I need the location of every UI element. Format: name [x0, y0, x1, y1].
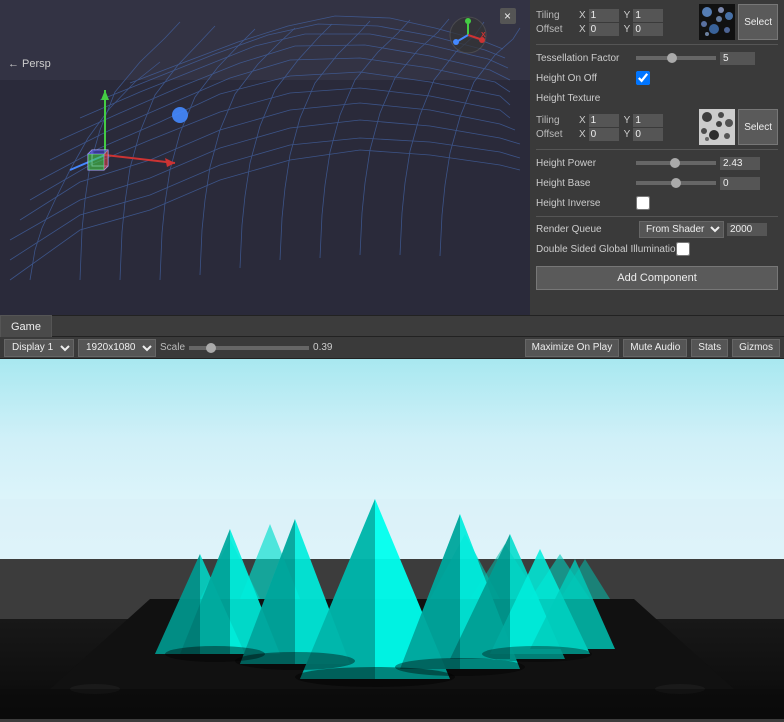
height-on-off-label: Height On Off [536, 73, 636, 84]
tiling-x2-input[interactable] [589, 114, 619, 127]
x-label-1: X [579, 10, 586, 21]
scale-slider[interactable] [189, 346, 309, 350]
double-sided-row: Double Sided Global Illuminatio [536, 240, 778, 258]
offset-label-1: Offset [536, 24, 574, 35]
height-base-value[interactable] [720, 177, 760, 190]
tessellation-row: Tessellation Factor [536, 49, 778, 67]
top-texture-block: Tiling X Y Offset X Y [536, 4, 778, 40]
scene-view: X × ← Persp [0, 0, 530, 315]
texture-thumb-2 [699, 109, 735, 145]
add-component-button[interactable]: Add Component [536, 266, 778, 290]
tessellation-value[interactable] [720, 52, 755, 65]
svg-text:X: X [481, 32, 486, 39]
game-bar: Game [0, 315, 784, 337]
y-label-4: Y [624, 129, 631, 140]
tiling-y1-input[interactable] [633, 9, 663, 22]
render-queue-value[interactable] [727, 223, 767, 236]
y-label-2: Y [624, 24, 631, 35]
height-texture-label: Height Texture [536, 93, 636, 104]
divider-1 [536, 44, 778, 45]
height-base-row: Height Base [536, 174, 778, 192]
game-canvas [0, 359, 784, 719]
stats-button[interactable]: Stats [691, 339, 728, 357]
tiling-label-1: Tiling [536, 10, 574, 21]
x-label-3: X [579, 115, 586, 126]
persp-label: ← Persp [8, 58, 51, 70]
height-inverse-checkbox[interactable] [636, 196, 650, 210]
offset-x1-input[interactable] [589, 23, 619, 36]
game-viewport [0, 359, 784, 719]
x-label-4: X [579, 129, 586, 140]
render-queue-row: Render Queue From Shader [536, 221, 778, 238]
height-power-row: Height Power [536, 154, 778, 172]
divider-3 [536, 216, 778, 217]
tessellation-label: Tessellation Factor [536, 53, 636, 64]
select-button-2[interactable]: Select [738, 109, 778, 145]
mute-audio-button[interactable]: Mute Audio [623, 339, 687, 357]
svg-text:×: × [504, 9, 511, 23]
height-power-slider-container [636, 157, 778, 170]
display-select[interactable]: Display 1 [4, 339, 74, 357]
double-sided-label: Double Sided Global Illuminatio [536, 244, 676, 255]
game-tab[interactable]: Game [0, 315, 52, 337]
y-label-1: Y [624, 10, 631, 21]
tessellation-slider-container [636, 52, 778, 65]
height-power-value[interactable] [720, 157, 760, 170]
tiling-y2-input[interactable] [633, 114, 663, 127]
render-queue-label: Render Queue [536, 224, 636, 235]
tiling-offset-block-2: Tiling X Y Offset X Y [536, 114, 696, 141]
height-power-label: Height Power [536, 158, 636, 169]
tiling-label-2: Tiling [536, 115, 574, 126]
height-on-off-row: Height On Off [536, 69, 778, 87]
x-label-2: X [579, 24, 586, 35]
divider-2 [536, 149, 778, 150]
tiling-x1-input[interactable] [589, 9, 619, 22]
bottom-bar: Display 1 1920x1080 Scale 0.39 Maximize … [0, 337, 784, 359]
texture-thumb-1 [699, 4, 735, 40]
scale-value: 0.39 [313, 342, 343, 353]
height-base-slider[interactable] [636, 181, 716, 185]
offset-y2-input[interactable] [633, 128, 663, 141]
height-base-slider-container [636, 177, 778, 190]
offset-y1-input[interactable] [633, 23, 663, 36]
gizmos-button[interactable]: Gizmos [732, 339, 780, 357]
offset-label-2: Offset [536, 129, 574, 140]
height-on-off-checkbox[interactable] [636, 71, 650, 85]
maximize-on-play-button[interactable]: Maximize On Play [525, 339, 620, 357]
double-sided-checkbox[interactable] [676, 242, 690, 256]
height-inverse-row: Height Inverse [536, 194, 778, 212]
height-texture-block: Tiling X Y Offset X Y [536, 109, 778, 145]
tessellation-slider[interactable] [636, 56, 716, 60]
scale-label: Scale [160, 342, 185, 353]
y-label-3: Y [624, 115, 631, 126]
render-queue-select[interactable]: From Shader [639, 221, 724, 238]
offset-x2-input[interactable] [589, 128, 619, 141]
resolution-select[interactable]: 1920x1080 [78, 339, 156, 357]
height-base-label: Height Base [536, 178, 636, 189]
height-inverse-label: Height Inverse [536, 198, 636, 209]
right-panel: Tiling X Y Offset X Y [530, 0, 784, 315]
height-power-slider[interactable] [636, 161, 716, 165]
tiling-offset-block-1: Tiling X Y Offset X Y [536, 9, 696, 36]
scene-canvas: X × [0, 0, 530, 315]
height-texture-label-row: Height Texture [536, 89, 778, 107]
select-button-1[interactable]: Select [738, 4, 778, 40]
